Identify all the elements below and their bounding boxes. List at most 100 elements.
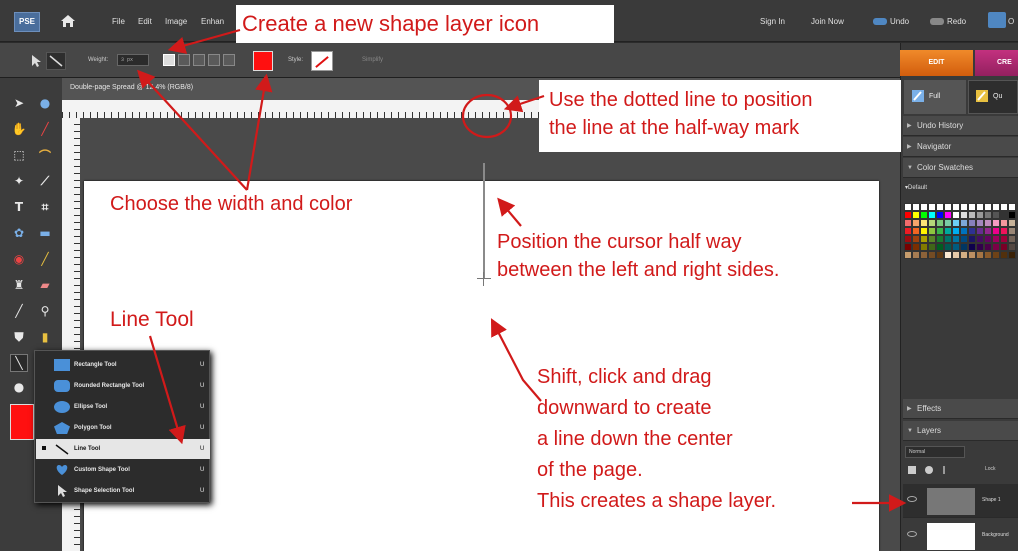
swatch-cell[interactable] (992, 211, 1000, 219)
swatch-cell[interactable] (928, 211, 936, 219)
layer-row-shape-1[interactable]: Shape 1 (903, 484, 1018, 518)
swatch-cell[interactable] (960, 211, 968, 219)
swatch-cell[interactable] (920, 219, 928, 227)
swatch-cell[interactable] (968, 203, 976, 211)
swatch-cell[interactable] (928, 227, 936, 235)
brush-tool[interactable]: ╱ (10, 302, 28, 320)
swatch-cell[interactable] (936, 251, 944, 259)
swatch-cell[interactable] (952, 235, 960, 243)
swatch-cell[interactable] (992, 203, 1000, 211)
quick-selection-tool[interactable]: ⟋ (36, 172, 54, 190)
swatch-cell[interactable] (968, 243, 976, 251)
eyedropper-tool[interactable]: ╱ (36, 120, 54, 138)
swatch-cell[interactable] (920, 227, 928, 235)
tab-full-edit[interactable]: Full (904, 80, 966, 114)
swatch-cell[interactable] (1000, 203, 1008, 211)
swatch-cell[interactable] (992, 235, 1000, 243)
swatch-cell[interactable] (1000, 219, 1008, 227)
swatch-cell[interactable] (952, 219, 960, 227)
swatch-cell[interactable] (984, 251, 992, 259)
swatch-cell[interactable] (936, 235, 944, 243)
swatch-cell[interactable] (1008, 219, 1016, 227)
swatch-cell[interactable] (944, 203, 952, 211)
swatch-cell[interactable] (952, 251, 960, 259)
move-arrow-icon[interactable] (30, 54, 42, 68)
visibility-eye-icon[interactable] (907, 531, 917, 537)
flyout-polygon-tool[interactable]: Polygon Tool U (36, 418, 210, 438)
swatch-cell[interactable] (928, 219, 936, 227)
swatch-cell[interactable] (1000, 211, 1008, 219)
layer-row-background[interactable]: Background (903, 519, 1018, 551)
swatch-cell[interactable] (976, 243, 984, 251)
subtract-shape-button[interactable] (193, 54, 205, 66)
swatch-cell[interactable] (920, 211, 928, 219)
swatch-set-dropdown[interactable]: ▾Default (905, 184, 927, 191)
swatch-cell[interactable] (920, 203, 928, 211)
swatch-cell[interactable] (992, 243, 1000, 251)
swatch-cell[interactable] (928, 235, 936, 243)
eraser-tool[interactable]: ▰ (36, 276, 54, 294)
layer-tool-icons[interactable] (905, 463, 965, 477)
swatch-cell[interactable] (904, 203, 912, 211)
swatch-cell[interactable] (952, 203, 960, 211)
panel-layers[interactable]: ▼ Layers (903, 421, 1018, 441)
menu-image[interactable]: Image (165, 17, 187, 26)
swatch-cell[interactable] (912, 251, 920, 259)
visibility-eye-icon[interactable] (907, 496, 917, 502)
flyout-shape-selection-tool[interactable]: Shape Selection Tool U (36, 481, 210, 501)
line-tool-preset[interactable] (46, 52, 66, 70)
swatch-cell[interactable] (992, 251, 1000, 259)
swatch-cell[interactable] (984, 203, 992, 211)
swatch-cell[interactable] (912, 243, 920, 251)
swatch-cell[interactable] (912, 227, 920, 235)
swatch-cell[interactable] (960, 203, 968, 211)
exclude-shape-button[interactable] (223, 54, 235, 66)
swatch-grid[interactable] (904, 203, 1018, 269)
swatch-cell[interactable] (936, 211, 944, 219)
swatch-cell[interactable] (944, 243, 952, 251)
panel-undo-history[interactable]: ▶ Undo History (903, 116, 1018, 136)
swatch-cell[interactable] (960, 227, 968, 235)
clone-stamp-tool[interactable]: ♜ (10, 276, 28, 294)
swatch-cell[interactable] (976, 203, 984, 211)
swatch-cell[interactable] (920, 251, 928, 259)
swatch-cell[interactable] (976, 251, 984, 259)
flyout-ellipse-tool[interactable]: Ellipse Tool U (36, 397, 210, 417)
swatch-cell[interactable] (1008, 243, 1016, 251)
swatch-cell[interactable] (984, 235, 992, 243)
swatch-cell[interactable] (968, 235, 976, 243)
panel-navigator[interactable]: ▶ Navigator (903, 137, 1018, 157)
line-tool-button[interactable]: ╲ (10, 354, 28, 372)
foreground-color-swatch[interactable] (10, 404, 34, 440)
flyout-rounded-rectangle-tool[interactable]: Rounded Rectangle Tool U (36, 376, 210, 396)
swatch-cell[interactable] (944, 251, 952, 259)
marquee-tool[interactable]: ⬚ (10, 146, 28, 164)
swatch-cell[interactable] (984, 227, 992, 235)
color-picker-button[interactable] (253, 51, 273, 71)
swatch-cell[interactable] (1008, 203, 1016, 211)
swatch-cell[interactable] (944, 235, 952, 243)
swatch-cell[interactable] (976, 219, 984, 227)
swatch-cell[interactable] (928, 243, 936, 251)
swatch-cell[interactable] (912, 219, 920, 227)
swatch-cell[interactable] (1008, 227, 1016, 235)
straighten-tool[interactable]: ▬ (36, 224, 54, 242)
panel-color-swatches[interactable]: ▼ Color Swatches (903, 158, 1018, 178)
menu-edit[interactable]: Edit (138, 17, 152, 26)
sign-in-link[interactable]: Sign In (760, 17, 785, 26)
undo-button[interactable]: Undo (873, 17, 909, 26)
lasso-tool[interactable]: ⌒ (36, 146, 54, 164)
blend-mode-select[interactable]: Normal (905, 446, 965, 458)
swatch-cell[interactable] (1008, 251, 1016, 259)
swatch-cell[interactable] (960, 251, 968, 259)
swatch-cell[interactable] (952, 211, 960, 219)
swatch-cell[interactable] (1008, 235, 1016, 243)
swatch-cell[interactable] (1000, 227, 1008, 235)
style-picker-button[interactable] (311, 51, 333, 71)
smart-brush-tool[interactable]: ⚲ (36, 302, 54, 320)
swatch-cell[interactable] (904, 251, 912, 259)
red-eye-tool[interactable]: ◉ (10, 250, 28, 268)
swatch-cell[interactable] (976, 235, 984, 243)
swatch-cell[interactable] (952, 227, 960, 235)
swatch-cell[interactable] (904, 227, 912, 235)
